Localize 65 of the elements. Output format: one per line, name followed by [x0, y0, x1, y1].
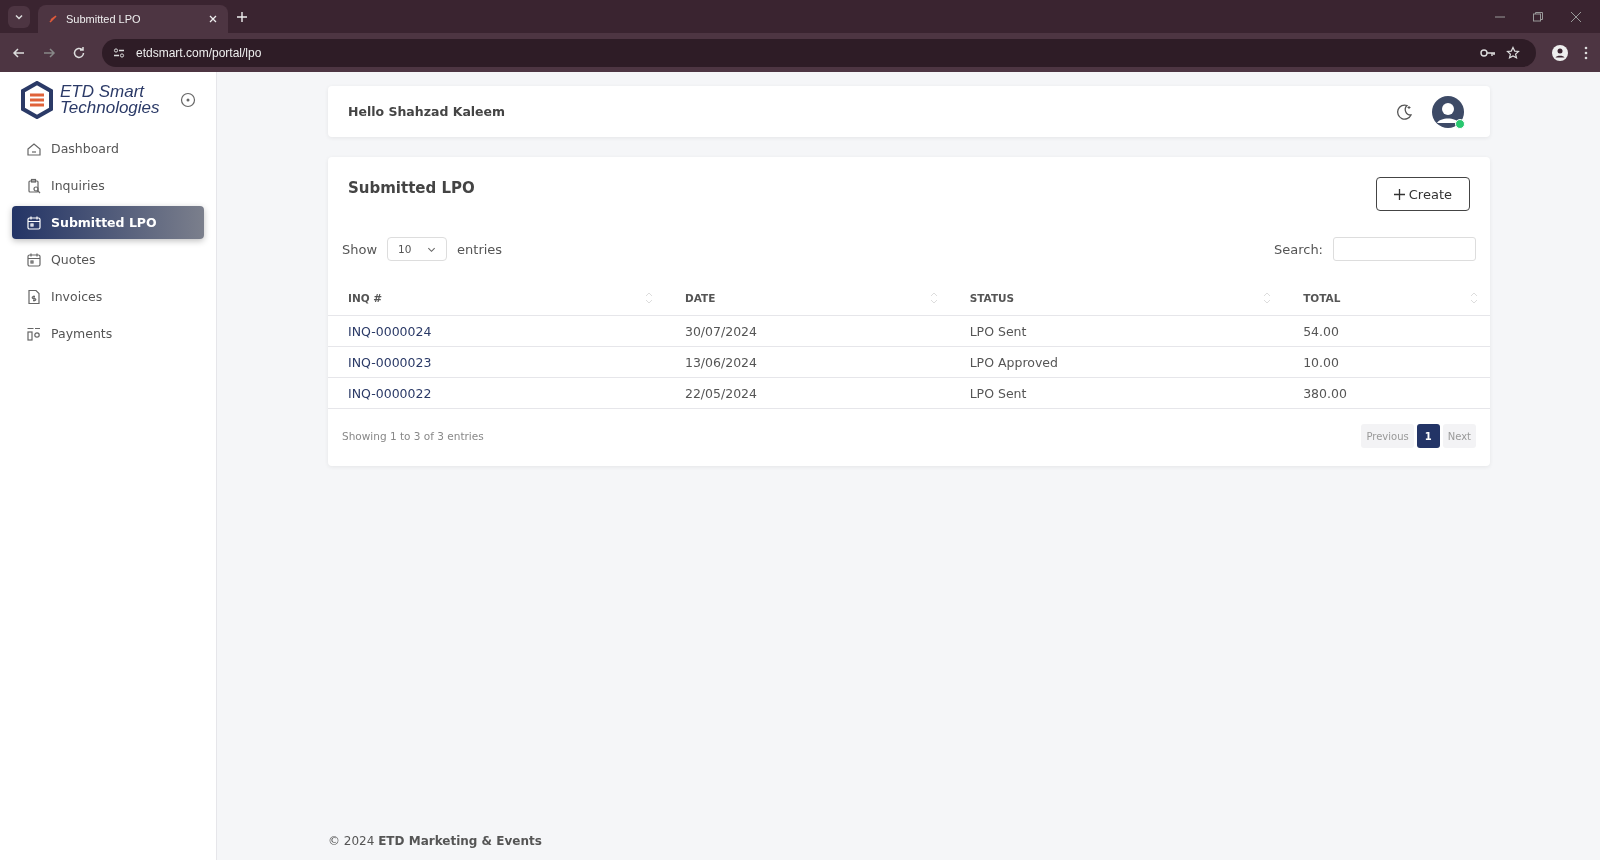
column-header[interactable]: INQ #: [328, 281, 665, 316]
url-text: etdsmart.com/portal/lpo: [136, 45, 262, 60]
sort-icon: [1470, 291, 1478, 305]
column-header[interactable]: STATUS: [949, 281, 1284, 316]
logo-icon: [20, 81, 54, 119]
column-header[interactable]: DATE: [664, 281, 950, 316]
calendar-icon: [26, 251, 42, 268]
clipboard-icon: [26, 177, 42, 194]
entries-label: entries: [457, 241, 503, 257]
search-field[interactable]: [1333, 237, 1476, 261]
page-button[interactable]: 1: [1416, 424, 1440, 448]
forward-arrow-icon[interactable]: [42, 45, 56, 60]
profile-icon[interactable]: [1552, 44, 1568, 61]
sidebar-item[interactable]: Quotes: [12, 243, 204, 276]
column-header[interactable]: TOTAL: [1283, 281, 1490, 316]
search-label: Search:: [1273, 241, 1323, 257]
restore-icon[interactable]: [1532, 10, 1544, 23]
table-cell: 22/05/2024: [664, 377, 950, 409]
inquiry-link[interactable]: INQ-0000022: [328, 377, 665, 409]
sidebar-item[interactable]: Payments: [12, 317, 204, 350]
back-arrow-icon[interactable]: [12, 45, 26, 60]
sidebar-item[interactable]: Submitted LPO: [12, 206, 204, 239]
create-button[interactable]: Create: [1375, 177, 1470, 211]
calendar-icon: [26, 214, 42, 231]
table-cell: LPO Sent: [949, 377, 1284, 409]
table-cell: 13/06/2024: [664, 346, 950, 378]
avatar[interactable]: [1432, 95, 1464, 128]
tab-title: Submitted LPO: [66, 13, 142, 25]
tab-list-button[interactable]: [8, 5, 30, 28]
table-cell: LPO Approved: [949, 346, 1284, 378]
copyright-text: © 2024 ETD Marketing & Events: [328, 834, 543, 848]
sidebar-item[interactable]: Inquiries: [12, 169, 204, 202]
address-bar[interactable]: etdsmart.com/portal/lpo: [102, 38, 1536, 67]
sidebar-item[interactable]: Dashboard: [12, 132, 204, 165]
sort-icon: [644, 291, 653, 305]
entries-info: Showing 1 to 3 of 3 entries: [342, 430, 484, 442]
plus-icon: [1393, 188, 1405, 200]
panel-title: Submitted LPO: [348, 179, 475, 199]
key-icon[interactable]: [1480, 46, 1496, 59]
table-cell: 380.00: [1283, 377, 1490, 409]
menu-icon[interactable]: [1584, 45, 1588, 60]
site-settings-icon: [112, 45, 126, 60]
moon-icon[interactable]: [1394, 101, 1414, 122]
sort-icon: [929, 291, 938, 305]
show-label: Show: [342, 241, 378, 257]
reload-icon[interactable]: [72, 45, 86, 60]
target-icon[interactable]: [180, 92, 196, 108]
payments-icon: [26, 325, 42, 342]
sidebar-item[interactable]: Invoices: [12, 280, 204, 313]
page-size-select[interactable]: 10: [387, 237, 448, 261]
star-icon[interactable]: [1506, 45, 1520, 60]
new-tab-icon[interactable]: [236, 10, 248, 23]
sort-icon: [1263, 291, 1272, 305]
table-cell: 54.00: [1283, 315, 1490, 347]
inquiry-link[interactable]: INQ-0000024: [328, 315, 665, 347]
inquiry-link[interactable]: INQ-0000023: [328, 346, 665, 378]
invoice-icon: [26, 288, 42, 305]
close-icon[interactable]: [1570, 10, 1582, 23]
logo-text: ETD Smart Technologies: [60, 84, 160, 116]
greeting-text: Hello Shahzad Kaleem: [348, 104, 506, 119]
browser-tab[interactable]: Submitted LPO: [38, 5, 228, 33]
table-cell: 10.00: [1283, 346, 1490, 378]
logo-icon: [48, 14, 58, 24]
table-cell: 30/07/2024: [664, 315, 950, 347]
table-cell: LPO Sent: [949, 315, 1284, 347]
